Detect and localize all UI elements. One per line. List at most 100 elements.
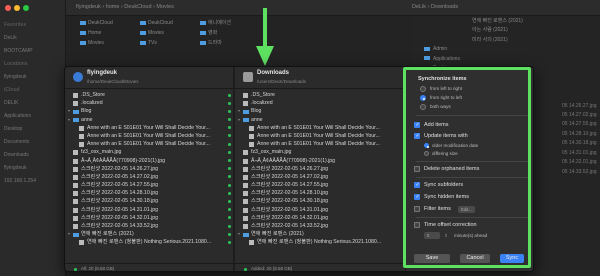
left-file-row[interactable]: 연애 빠진 로맨스 (청불판) Nothing Serious.2021.108… <box>65 238 233 246</box>
right-file-row[interactable]: Å¬Å¸Å¢ÀÅÅÃÅ(770908)-2021(1).jpg <box>235 157 403 165</box>
left-file-row[interactable]: 스크린샷 2022-02-05 14.32.01.jpg <box>65 214 233 222</box>
right-file-row[interactable]: ▾ Blog <box>235 107 403 115</box>
right-file-row[interactable]: 연애 빠진 로맨스 (청불판) Nothing Serious.2021.108… <box>235 238 403 246</box>
background-column-item[interactable]: DeukCloud <box>80 18 113 28</box>
right-file-row[interactable]: 스크린샷 2022-02-05 14.31.01.jpg <box>235 206 403 214</box>
chevron-down-icon[interactable]: ▾ <box>238 230 240 238</box>
save-button[interactable]: Save <box>414 254 450 263</box>
sidebar-item[interactable]: DELIK <box>4 100 18 106</box>
chevron-down-icon[interactable]: ▾ <box>238 107 240 115</box>
right-file-row[interactable]: 스크린샷 2022-02-05 14.27.02.jpg <box>235 173 403 181</box>
left-file-name: 스크린샷 2022-02-05 14.26.27.jpg <box>81 165 159 172</box>
left-file-row[interactable]: 스크린샷 2022-02-05 14.28.10.jpg <box>65 189 233 197</box>
sync-status-icon <box>228 224 231 228</box>
left-file-name: Blog <box>81 108 92 115</box>
left-file-row[interactable]: ▾ Blog <box>65 107 233 115</box>
left-file-row[interactable]: 스크린샷 2022-02-05 14.27.02.jpg <box>65 173 233 181</box>
time-offset-checkbox[interactable] <box>414 222 420 228</box>
right-file-row[interactable]: 스크린샷 2022-02-05 14.33.52.jpg <box>235 222 403 230</box>
sync-button[interactable]: Sync <box>500 254 524 263</box>
delete-orphaned-checkbox[interactable] <box>414 166 420 172</box>
sidebar-item[interactable]: flyingdeuk <box>4 74 27 80</box>
cancel-button[interactable]: Cancel <box>460 254 490 263</box>
chevron-down-icon[interactable]: ▾ <box>238 116 240 124</box>
left-file-row[interactable]: Å¬Å¸Å¢ÀÅÅÃÅ(770908)-2021(1).jpg <box>65 157 233 165</box>
background-column-item[interactable]: Home <box>80 28 113 38</box>
right-file-row[interactable]: .localized <box>235 99 403 107</box>
right-file-row[interactable]: 스크린샷 2022-02-05 14.26.27.jpg <box>235 165 403 173</box>
filter-items-checkbox[interactable] <box>414 206 420 212</box>
right-file-row[interactable]: Anne with an E S01E01 Your Will Shall De… <box>235 124 403 132</box>
sidebar-item[interactable]: DeLik <box>4 35 17 41</box>
left-file-row[interactable]: ▾ anne <box>65 116 233 124</box>
background-column-item[interactable]: 영화 <box>200 28 231 38</box>
right-file-row[interactable]: ▾ anne <box>235 116 403 124</box>
close-window-button[interactable] <box>5 5 11 11</box>
left-file-row[interactable]: Anne with an E S01E01 Your Will Shall De… <box>65 140 233 148</box>
radio-left-to-right[interactable] <box>420 86 426 92</box>
sidebar-item[interactable]: BOOTCAMP <box>4 48 33 54</box>
left-file-row[interactable]: Anne with an E S01E01 Your Will Shall De… <box>65 132 233 140</box>
right-file-row[interactable]: Anne with an E S01E01 Your Will Shall De… <box>235 132 403 140</box>
right-file-row[interactable]: Anne with an E S01E01 Your Will Shall De… <box>235 140 403 148</box>
background-right-item[interactable]: 아는 사람 (2021) <box>412 26 600 35</box>
left-file-row[interactable]: 스크린샷 2022-02-05 14.31.01.jpg <box>65 206 233 214</box>
left-file-row[interactable]: 스크린샷 2022-02-05 14.27.55.jpg <box>65 181 233 189</box>
left-file-row[interactable]: .localized <box>65 99 233 107</box>
add-items-checkbox[interactable] <box>414 122 420 128</box>
left-file-row[interactable]: 스크린샷 2022-02-05 14.26.27.jpg <box>65 165 233 173</box>
radio-differing-size[interactable] <box>424 151 429 156</box>
chevron-down-icon[interactable]: ▾ <box>68 107 70 115</box>
sidebar-item[interactable]: Desktop <box>4 126 22 132</box>
sidebar-item[interactable]: 192.168.1.254 <box>4 178 36 184</box>
minimize-window-button[interactable] <box>14 5 20 11</box>
left-file-row[interactable]: fz3_osx_main.jpg <box>65 148 233 156</box>
background-column-item[interactable]: 드라마 <box>200 38 231 48</box>
right-file-row[interactable]: ▾ 연애 빠진 로맨스 (2021) <box>235 230 403 238</box>
right-file-row[interactable]: 스크린샷 2022-02-05 14.30.18.jpg <box>235 197 403 205</box>
sync-subfolders-checkbox[interactable] <box>414 182 420 188</box>
sync-status-icon <box>228 93 231 97</box>
right-file-row[interactable]: 스크린샷 2022-02-05 14.28.10.jpg <box>235 189 403 197</box>
sidebar-item[interactable]: Documents <box>4 139 29 145</box>
radio-both-ways[interactable] <box>420 104 426 110</box>
radio-right-to-left[interactable] <box>420 95 426 101</box>
background-right-item[interactable]: Applications <box>412 55 600 64</box>
folder-icon <box>243 232 249 237</box>
sidebar-item[interactable]: flyingdeuk <box>4 165 27 171</box>
background-column-item[interactable]: DeukCloud <box>140 18 173 28</box>
left-file-row[interactable]: 스크린샷 2022-02-05 14.33.52.jpg <box>65 222 233 230</box>
chevron-down-icon[interactable]: ▾ <box>68 116 70 124</box>
chevron-down-icon[interactable]: ▾ <box>68 230 70 238</box>
background-column-item[interactable]: TVs <box>140 38 173 48</box>
left-file-row[interactable]: ▾ 연애 빠진 로맨스 (2021) <box>65 230 233 238</box>
background-column-item[interactable]: Movies <box>80 38 113 48</box>
right-file-name: anne <box>251 116 263 123</box>
background-right-item[interactable]: 연애 빠진 로맨스 (2021) <box>412 17 600 26</box>
sync-hidden-checkbox[interactable] <box>414 194 420 200</box>
time-offset-input[interactable]: 0 <box>424 232 440 239</box>
left-file-row[interactable]: .DS_Store <box>65 91 233 99</box>
right-file-row[interactable]: 스크린샷 2022-02-05 14.32.01.jpg <box>235 214 403 222</box>
sidebar-item[interactable]: Downloads <box>4 152 29 158</box>
sidebar-item[interactable]: Applications <box>4 113 31 119</box>
background-column-item[interactable]: Movies <box>140 28 173 38</box>
right-file-row[interactable]: fz3_osx_main.jpg <box>235 148 403 156</box>
sync-status-icon <box>228 191 231 195</box>
filter-edit-button[interactable]: Edit... <box>458 206 475 213</box>
left-file-row[interactable]: 스크린샷 2022-02-05 14.30.18.jpg <box>65 197 233 205</box>
background-right-item[interactable]: 미라 사의 (2021) <box>412 36 600 45</box>
right-file-row[interactable]: .DS_Store <box>235 91 403 99</box>
right-file-row[interactable]: 스크린샷 2022-02-05 14.27.55.jpg <box>235 181 403 189</box>
background-right-item[interactable]: Admin <box>412 45 600 54</box>
background-column-3: 애니메이션영화 드라마 <box>200 18 231 48</box>
background-column-item-label: 애니메이션 <box>208 20 232 26</box>
left-file-row[interactable]: Anne with an E S01E01 Your Will Shall De… <box>65 124 233 132</box>
update-items-checkbox[interactable] <box>414 133 420 139</box>
right-pane-header: Downloads /Users/DeuK/Downloads <box>235 67 403 89</box>
zoom-window-button[interactable] <box>23 5 29 11</box>
stepper-icon[interactable]: ⇕ <box>444 233 448 239</box>
background-column-item-label: DeukCloud <box>148 20 173 26</box>
background-column-item[interactable]: 애니메이션 <box>200 18 231 28</box>
radio-older-date[interactable] <box>424 143 429 148</box>
